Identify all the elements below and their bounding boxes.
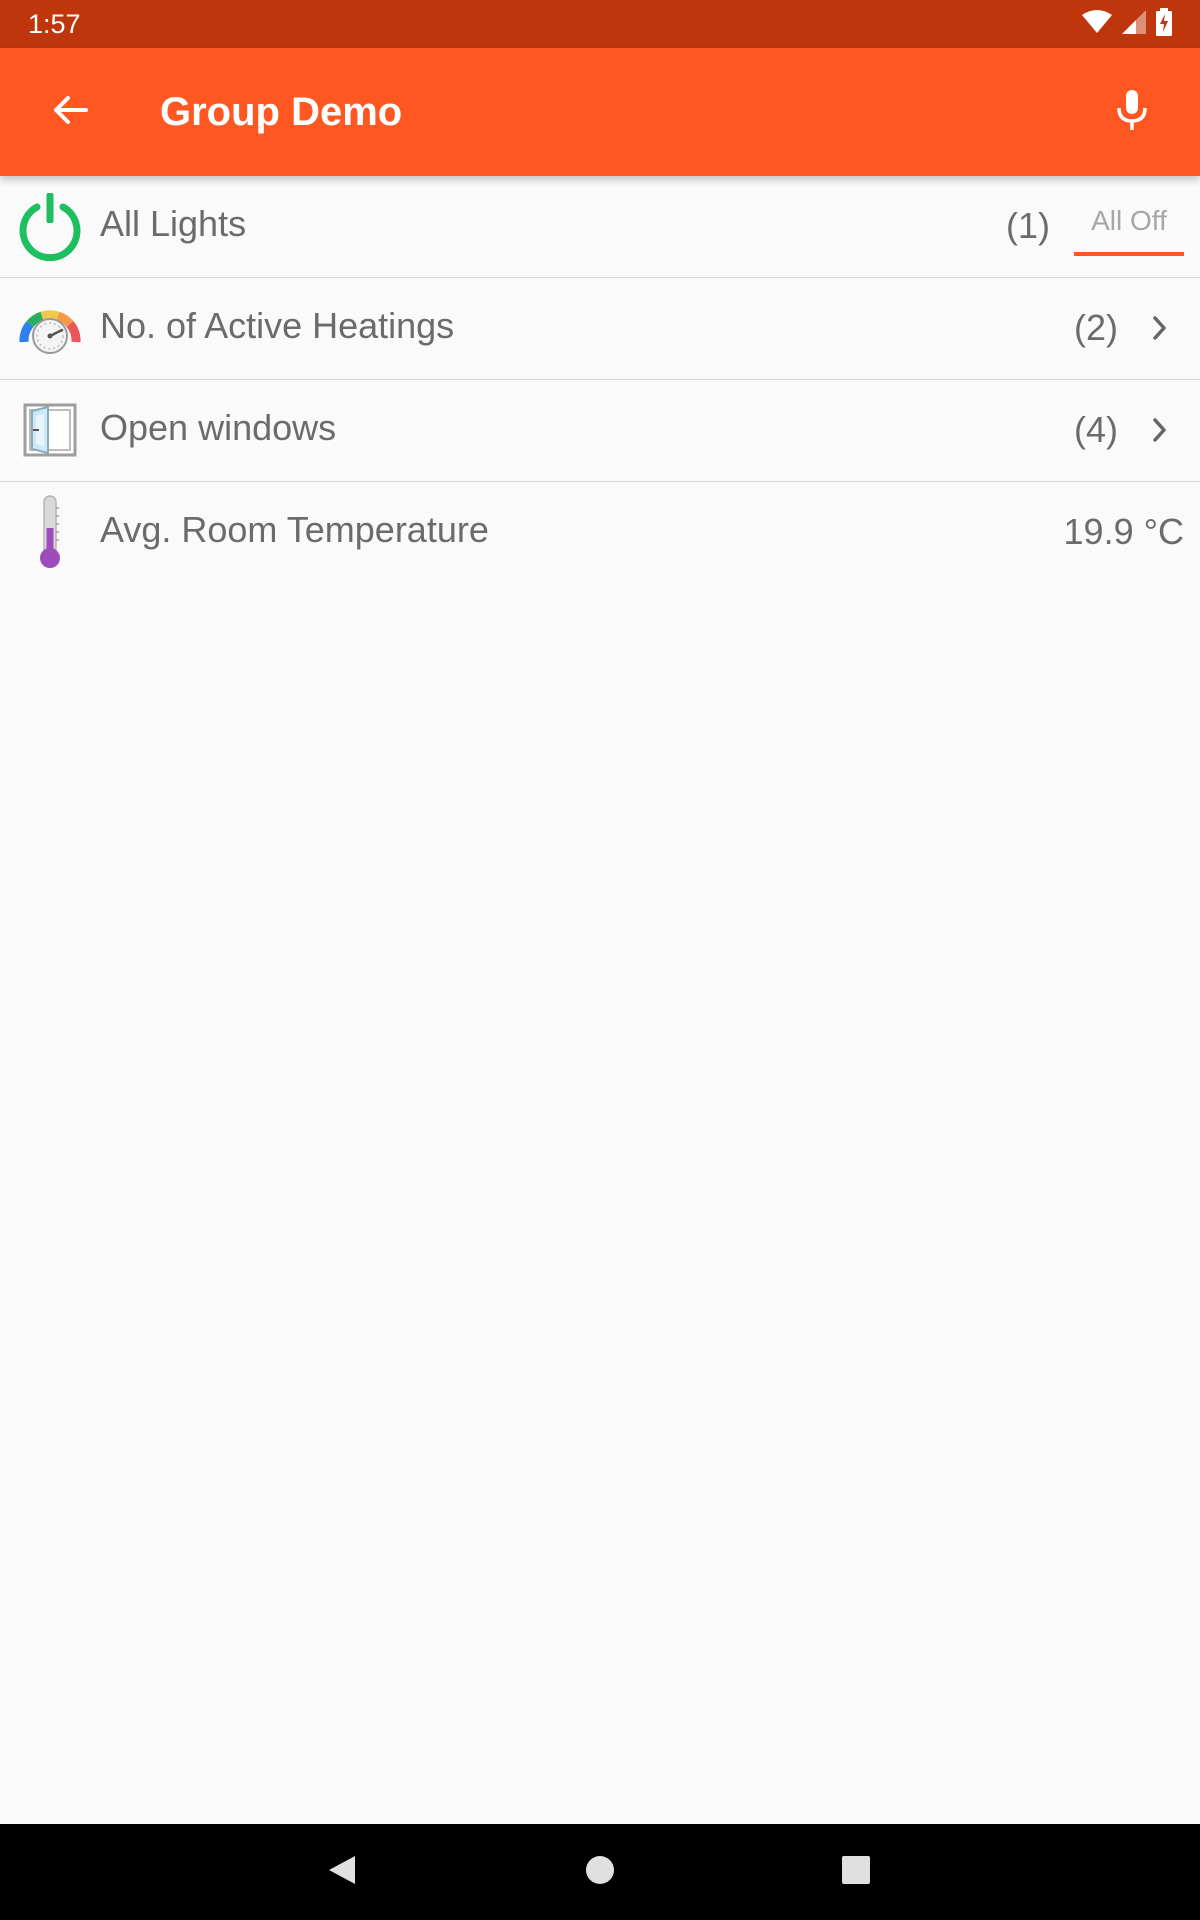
heating-gauge-icon <box>16 292 84 364</box>
list-item-avg-temperature[interactable]: Avg. Room Temperature 19.9 °C <box>0 482 1200 583</box>
item-count: (4) <box>1074 409 1118 450</box>
item-count: (1) <box>1006 205 1050 246</box>
status-time: 1:57 <box>28 9 81 39</box>
item-label: All Lights <box>100 203 247 244</box>
cell-signal-icon <box>1122 10 1146 38</box>
thermometer-icon <box>16 495 84 568</box>
system-nav-bar <box>0 1824 1200 1920</box>
list-item-all-lights[interactable]: All Lights (1) All Off <box>0 176 1200 278</box>
status-icons <box>1082 8 1172 40</box>
nav-back-button[interactable] <box>318 1848 366 1896</box>
chevron-right-icon <box>1142 308 1178 348</box>
arrow-back-icon <box>50 90 90 134</box>
power-icon <box>16 190 84 262</box>
screen: 1:57 Group Demo All Lights (1) All Off N… <box>0 0 1200 1920</box>
battery-charging-icon <box>1156 8 1172 40</box>
all-off-label: All Off <box>1091 205 1167 236</box>
app-bar: Group Demo <box>0 48 1200 176</box>
back-button[interactable] <box>38 80 102 144</box>
item-label: Open windows <box>100 407 337 448</box>
temperature-value: 19.9 °C <box>1063 511 1184 552</box>
item-count: (2) <box>1074 307 1118 348</box>
status-bar: 1:57 <box>0 0 1200 48</box>
voice-command-button[interactable] <box>1100 80 1164 144</box>
nav-recents-icon <box>841 1855 871 1889</box>
window-icon <box>16 394 84 466</box>
list-item-open-windows[interactable]: Open windows (4) <box>0 380 1200 482</box>
all-off-underline <box>1074 252 1184 256</box>
all-off-button[interactable]: All Off <box>1074 196 1184 256</box>
mic-icon <box>1115 88 1149 136</box>
wifi-icon <box>1082 10 1112 38</box>
nav-home-icon <box>585 1855 615 1889</box>
nav-back-icon <box>327 1854 357 1890</box>
group-item-list: All Lights (1) All Off No. of Active Hea… <box>0 176 1200 583</box>
list-item-active-heatings[interactable]: No. of Active Heatings (2) <box>0 278 1200 380</box>
page-title: Group Demo <box>160 90 403 134</box>
item-label: No. of Active Heatings <box>100 305 455 346</box>
nav-home-button[interactable] <box>576 1848 624 1896</box>
chevron-right-icon <box>1142 410 1178 450</box>
item-label: Avg. Room Temperature <box>100 509 489 550</box>
nav-recents-button[interactable] <box>832 1848 880 1896</box>
